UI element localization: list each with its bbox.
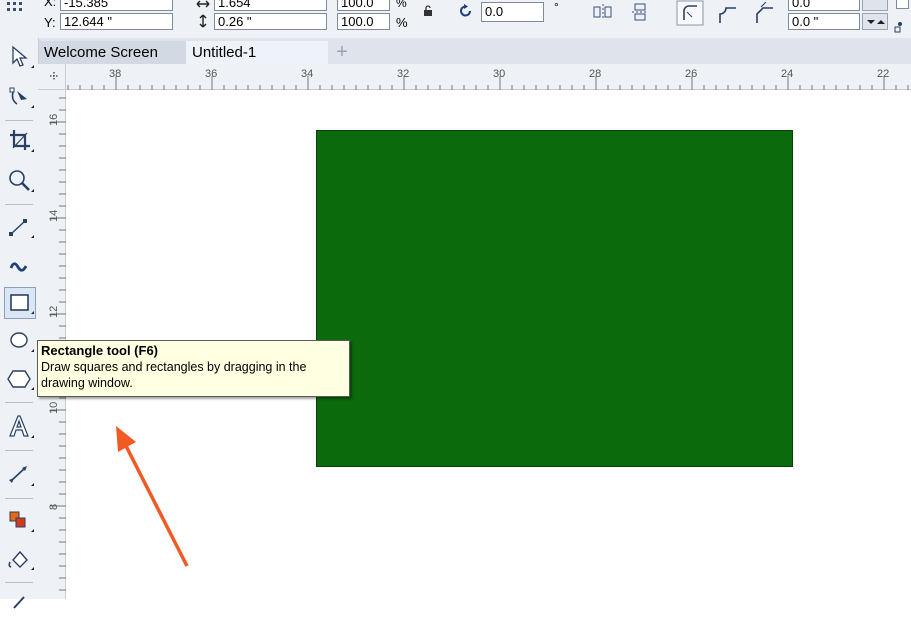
toolbox-separator <box>5 498 33 499</box>
tooltip-title: Rectangle tool (F6) <box>41 343 159 358</box>
ruler-origin-icon <box>47 69 61 86</box>
toolbox-separator <box>5 204 33 205</box>
red-arrow-annotation <box>116 426 189 567</box>
y-label: Y: <box>44 15 56 30</box>
ruler-label: 28 <box>589 68 602 80</box>
round-corner-icon[interactable] <box>676 0 704 31</box>
degree-label: ° <box>554 0 559 14</box>
toolbox-separator <box>5 582 33 583</box>
pick-tool-icon[interactable] <box>5 42 35 72</box>
y-position-field[interactable]: 12.644 " <box>60 13 173 30</box>
rotate-icon <box>458 3 474 24</box>
eyedropper-tool-icon[interactable] <box>5 588 35 618</box>
ruler-label: 8 <box>48 503 60 510</box>
ruler-label: 10 <box>48 401 60 414</box>
crop-tool-icon[interactable] <box>5 126 35 156</box>
text-tool-icon[interactable] <box>5 412 35 442</box>
ellipse-tool-icon[interactable] <box>5 326 35 356</box>
height-field[interactable]: 0.26 " <box>214 13 327 30</box>
tab-welcome-screen[interactable]: Welcome Screen <box>38 41 186 64</box>
shape-tool-icon[interactable] <box>5 82 35 112</box>
ruler-label: 36 <box>205 68 218 80</box>
ruler-label: 24 <box>781 68 794 80</box>
corner-radius-bottom-field[interactable]: 0.0 " <box>788 13 860 30</box>
height-icon <box>198 14 208 33</box>
property-bar: X: -15.385 Y: 12.644 " 1.654 0.26 " 100.… <box>0 0 911 39</box>
interactive-blend-tool-icon[interactable] <box>5 506 35 536</box>
freehand-tool-icon[interactable] <box>5 212 35 242</box>
toolbox-separator <box>5 120 33 121</box>
chamfer-corner-icon[interactable] <box>752 1 776 29</box>
scale-x-field[interactable]: 100.0 <box>337 0 390 11</box>
ruler-label: 22 <box>877 68 890 80</box>
mirror-horizontal-icon[interactable] <box>592 2 614 27</box>
ruler-label: 26 <box>685 68 698 80</box>
green-rectangle-shape[interactable] <box>316 130 793 467</box>
percent-x-label: % <box>396 0 407 10</box>
polygon-tool-icon[interactable] <box>5 364 35 394</box>
tab-untitled-1[interactable]: Untitled-1 <box>186 41 328 64</box>
dimension-tool-icon[interactable] <box>5 460 35 490</box>
corner-radius-top-spinner[interactable] <box>862 0 888 11</box>
x-label: X: <box>44 0 57 9</box>
corner-radius-spinner[interactable] <box>862 13 888 35</box>
add-tab-button[interactable]: + <box>330 41 354 64</box>
document-tabs: Welcome Screen Untitled-1 + <box>38 38 911 64</box>
corner-radius-top-field[interactable]: 0.0 <box>788 0 860 11</box>
zoom-tool-icon[interactable] <box>5 166 35 196</box>
ruler-label: 14 <box>48 209 60 222</box>
scale-y-field[interactable]: 100.0 <box>337 13 390 30</box>
ruler-label: 16 <box>48 113 60 126</box>
rectangle-tool-icon[interactable] <box>4 287 36 319</box>
width-field[interactable]: 1.654 <box>214 0 327 11</box>
relative-corner-icon[interactable] <box>894 18 908 39</box>
lock-ratio-icon[interactable] <box>423 4 433 22</box>
fill-tool-icon[interactable] <box>5 544 35 574</box>
tooltip-text-line-2: drawing window. <box>41 376 133 390</box>
rotation-field[interactable]: 0.0 <box>481 2 544 22</box>
ruler-label: 38 <box>109 68 122 80</box>
ruler-label: 32 <box>397 68 410 80</box>
toolbox-separator <box>5 402 33 403</box>
ruler-label: 30 <box>493 68 506 80</box>
percent-y-label: % <box>396 15 408 30</box>
toolbox-separator <box>5 450 33 451</box>
object-origin-icon[interactable] <box>6 0 24 21</box>
horizontal-ruler[interactable]: 38 36 34 32 30 28 26 24 22 <box>66 64 911 90</box>
scallop-corner-icon[interactable] <box>715 2 739 29</box>
ruler-label: 12 <box>48 305 60 318</box>
x-position-field[interactable]: -15.385 <box>60 0 173 11</box>
width-icon <box>196 0 210 14</box>
artistic-media-tool-icon[interactable] <box>5 252 35 282</box>
toolbox <box>0 38 39 609</box>
tooltip-text-line-1: Draw squares and rectangles by dragging … <box>41 360 307 374</box>
ruler-label: 34 <box>301 68 314 80</box>
rectangle-tool-tooltip: Rectangle tool (F6) Draw squares and rec… <box>37 340 350 397</box>
mirror-vertical-icon[interactable] <box>630 2 652 27</box>
ruler-origin[interactable] <box>38 64 66 90</box>
same-radius-checkbox[interactable] <box>896 0 909 9</box>
